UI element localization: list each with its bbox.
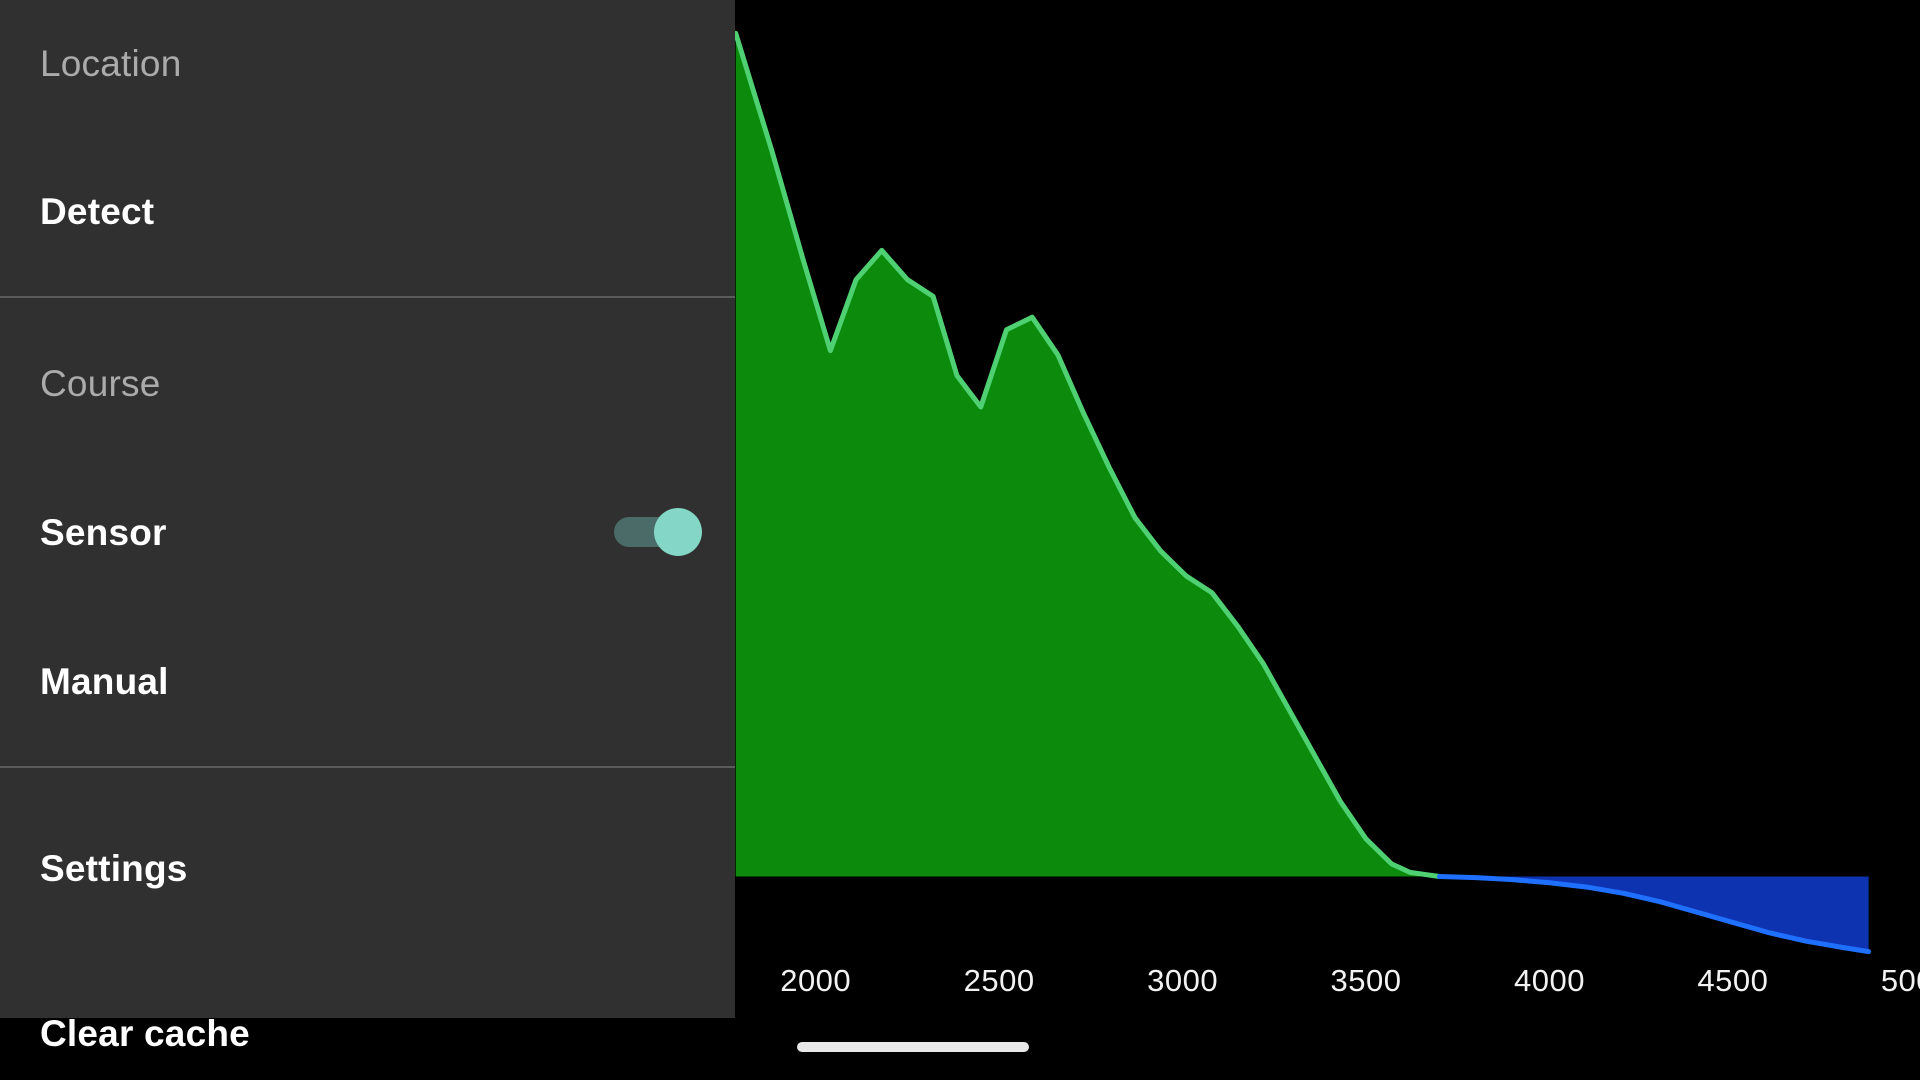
chart-region: 2000 2500 3000 3500 4000 4500 5000 <box>735 0 1920 1080</box>
x-tick-label-3500: 3500 <box>1330 963 1402 998</box>
section-header-course: Course <box>0 298 735 468</box>
menu-group-app: Settings Clear cache <box>0 768 735 1080</box>
sensor-toggle-switch[interactable] <box>614 508 702 556</box>
sidebar-item-clear-cache[interactable]: Clear cache <box>0 968 735 1080</box>
sidebar-item-sensor[interactable]: Sensor <box>0 468 735 596</box>
area-chart <box>735 0 1920 960</box>
x-tick-label-3000: 3000 <box>1147 963 1219 998</box>
app-root: 2000 2500 3000 3500 4000 4500 5000 Location De… <box>0 0 1920 1080</box>
section-header-course-label: Course <box>40 362 161 404</box>
x-tick-label-4500: 4500 <box>1697 963 1769 998</box>
section-header-location-label: Location <box>40 42 182 84</box>
sidebar-item-sensor-label: Sensor <box>40 511 167 553</box>
sidebar-item-manual[interactable]: Manual <box>0 596 735 766</box>
x-axis-tick-labels: 2000 2500 3000 3500 4000 4500 5000 <box>735 963 1920 1013</box>
menu-group-location: Location Detect <box>0 0 735 296</box>
sidebar-item-detect-label: Detect <box>40 190 155 232</box>
sidebar-item-detect[interactable]: Detect <box>0 126 735 296</box>
menu-group-course: Course Sensor Manual <box>0 298 735 766</box>
x-tick-label-2000: 2000 <box>780 963 852 998</box>
x-tick-label-2500: 2500 <box>963 963 1035 998</box>
x-tick-label-5000: 5000 <box>1880 963 1920 998</box>
home-indicator[interactable] <box>797 1042 1029 1052</box>
sidebar-item-settings-label: Settings <box>40 847 188 889</box>
navigation-drawer: Location Detect Course Sensor Manual Set… <box>0 0 735 1052</box>
sidebar-item-manual-label: Manual <box>40 660 169 702</box>
sidebar-item-clear-cache-label: Clear cache <box>40 1012 250 1054</box>
x-tick-label-4000: 4000 <box>1514 963 1585 998</box>
section-header-location: Location <box>0 0 735 126</box>
toggle-thumb <box>654 508 702 556</box>
sidebar-item-settings[interactable]: Settings <box>0 768 735 968</box>
